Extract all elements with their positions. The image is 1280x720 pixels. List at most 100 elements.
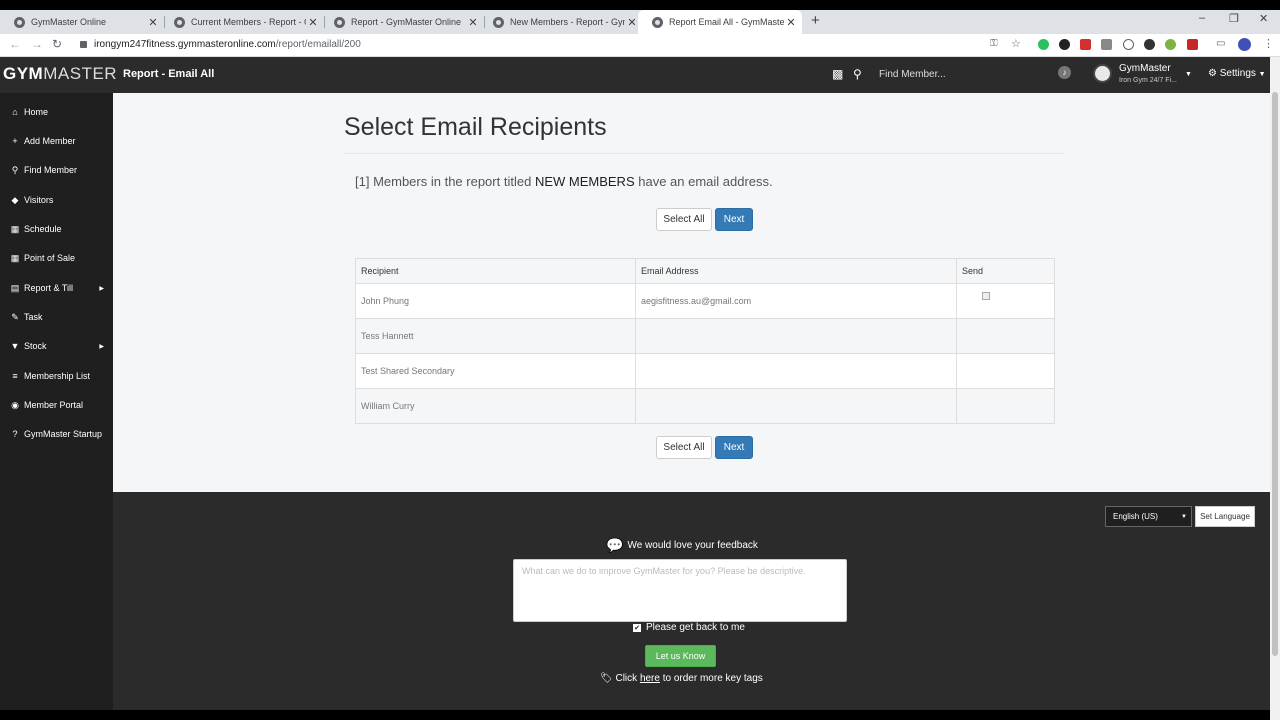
qrcode-icon[interactable]: ▩ xyxy=(832,67,843,81)
table-row: Test Shared Secondary xyxy=(355,353,1055,389)
recipient-email xyxy=(635,318,957,354)
recipient-email xyxy=(635,388,957,424)
select-all-button-bottom[interactable]: Select All xyxy=(656,436,712,459)
url-field[interactable]: irongym247fitness.gymmasteronline.com/re… xyxy=(94,39,361,50)
restore-icon[interactable]: ❐ xyxy=(1229,12,1239,25)
column-header-email: Email Address xyxy=(635,258,957,284)
sidebar-item-membership-list[interactable]: ≡ Membership List xyxy=(0,366,113,386)
browser-tab[interactable]: New Members - Report - GymMa ✕ xyxy=(479,10,643,34)
sidebar-item-visitors[interactable]: ◆ Visitors xyxy=(0,190,113,210)
sidebar-item-point-of-sale[interactable]: ▦ Point of Sale xyxy=(0,248,113,268)
recipients-table: Recipient Email Address Send John Phung … xyxy=(355,258,1055,424)
logo-master: MASTER xyxy=(43,64,118,83)
question-icon: ? xyxy=(12,429,18,439)
send-checkbox[interactable] xyxy=(982,292,990,300)
new-tab-button[interactable]: + xyxy=(811,12,820,29)
page-title: Report - Email All xyxy=(123,68,215,80)
cast-icon[interactable]: ▭ xyxy=(1216,38,1225,49)
sidebar-item-home[interactable]: ⌂ Home xyxy=(0,102,113,122)
send-cell xyxy=(956,353,1055,389)
notification-bell-icon[interactable]: ♪ xyxy=(1058,66,1071,79)
close-icon[interactable]: ✕ xyxy=(784,16,798,29)
circle-extension-icon[interactable] xyxy=(1123,39,1134,50)
sidebar-item-label: Report & Till xyxy=(24,283,74,293)
evernote-extension-icon[interactable] xyxy=(1038,39,1049,50)
dark-extension-icon[interactable] xyxy=(1059,39,1070,50)
gray-extension-icon[interactable] xyxy=(1101,39,1112,50)
logo-gym: GYM xyxy=(3,64,44,83)
sidebar-item-stock[interactable]: ▼ Stock ▶ xyxy=(0,336,113,356)
user-name[interactable]: GymMaster xyxy=(1119,63,1171,74)
more-menu-icon[interactable]: ⋮ xyxy=(1263,37,1274,50)
lock-icon xyxy=(80,41,87,48)
sidebar-item-report-till[interactable]: ▤ Report & Till ▶ xyxy=(0,278,113,298)
search-icon[interactable]: ⚲ xyxy=(853,67,862,81)
sidebar-item-task[interactable]: ✎ Task xyxy=(0,307,113,327)
keytags-text: 🏷 Click here to order more key tags xyxy=(600,673,763,684)
home-icon: ⌂ xyxy=(12,107,18,117)
red-badge-extension-icon[interactable] xyxy=(1187,39,1198,50)
close-icon[interactable]: ✕ xyxy=(306,16,320,29)
recipient-name: William Curry xyxy=(355,388,636,424)
back-icon[interactable]: ← xyxy=(9,37,21,51)
key-icon[interactable]: ⚿ xyxy=(990,38,998,49)
profile-avatar-icon[interactable] xyxy=(1238,38,1251,51)
dark-circle-extension-icon[interactable] xyxy=(1144,39,1155,50)
get-back-option[interactable]: ✔ Please get back to me xyxy=(633,622,745,633)
chevron-right-icon: ▶ xyxy=(99,343,104,350)
sidebar-item-add-member[interactable]: + Add Member xyxy=(0,131,113,151)
send-cell xyxy=(956,388,1055,424)
keytags-prefix: Click xyxy=(615,673,638,684)
browser-tab[interactable]: GymMaster Online ✕ xyxy=(0,10,164,34)
green-extension-icon[interactable] xyxy=(1165,39,1176,50)
calendar-icon: ▦ xyxy=(10,223,20,234)
address-bar-row: ← → ↻ irongym247fitness.gymmasteronline.… xyxy=(0,34,1280,57)
settings-menu[interactable]: ⚙ Settings ▼ xyxy=(1208,68,1266,79)
sidebar: ⌂ Home + Add Member ⚲ Find Member ◆ Visitors… xyxy=(0,93,113,720)
close-window-icon[interactable]: ✕ xyxy=(1259,12,1268,25)
sidebar-item-label: Membership List xyxy=(24,371,91,381)
scrollbar-thumb[interactable] xyxy=(1272,92,1278,656)
set-language-button[interactable]: Set Language xyxy=(1195,506,1255,527)
select-all-button[interactable]: Select All xyxy=(656,208,712,231)
reload-icon[interactable]: ↻ xyxy=(52,37,62,51)
browser-tab-active[interactable]: Report Email All - GymMaster On ✕ xyxy=(638,10,802,34)
star-icon[interactable]: ☆ xyxy=(1011,37,1021,50)
sidebar-item-member-portal[interactable]: ◉ Member Portal xyxy=(0,395,113,415)
send-cell xyxy=(956,318,1055,354)
red-extension-icon[interactable] xyxy=(1080,39,1091,50)
feedback-title: 💬 We would love your feedback xyxy=(606,537,758,554)
sidebar-item-find-member[interactable]: ⚲ Find Member xyxy=(0,160,113,180)
recipient-email: aegisfitness.au@gmail.com xyxy=(635,283,957,319)
table-row: John Phung aegisfitness.au@gmail.com xyxy=(355,283,1055,319)
sidebar-item-gymmaster-startup[interactable]: ? GymMaster Startup xyxy=(0,424,113,444)
gymmaster-favicon-icon xyxy=(652,16,663,28)
sidebar-item-schedule[interactable]: ▦ Schedule xyxy=(0,219,113,239)
browser-tab[interactable]: Report - GymMaster Online ✕ xyxy=(320,10,484,34)
language-select[interactable]: English (US) ▼ xyxy=(1105,506,1192,527)
chevron-down-icon[interactable]: ▼ xyxy=(1185,71,1192,78)
sidebar-item-label: GymMaster Startup xyxy=(24,429,103,439)
comments-icon: 💬 xyxy=(606,537,624,553)
let-us-know-button[interactable]: Let us Know xyxy=(645,645,716,667)
send-cell xyxy=(956,283,1055,319)
sidebar-item-label: Schedule xyxy=(24,224,62,234)
find-member-search[interactable]: Find Member... xyxy=(879,69,946,80)
close-icon[interactable]: ✕ xyxy=(466,16,480,29)
next-button[interactable]: Next xyxy=(715,208,753,231)
get-back-checkbox[interactable]: ✔ xyxy=(633,623,641,632)
feedback-textarea[interactable] xyxy=(513,559,847,622)
recipient-name: John Phung xyxy=(355,283,636,319)
keytags-link[interactable]: here xyxy=(640,673,660,684)
browser-tab[interactable]: Current Members - Report - Gym ✕ xyxy=(160,10,324,34)
forward-icon[interactable]: → xyxy=(31,37,43,51)
next-button-bottom[interactable]: Next xyxy=(715,436,753,459)
close-icon[interactable]: ✕ xyxy=(625,16,639,29)
avatar[interactable] xyxy=(1093,64,1112,83)
minimize-icon[interactable]: – xyxy=(1199,12,1205,24)
sidebar-item-label: Visitors xyxy=(24,195,54,205)
gymmaster-logo[interactable]: GYMMASTER xyxy=(3,64,117,84)
close-icon[interactable]: ✕ xyxy=(146,16,160,29)
recipient-email xyxy=(635,353,957,389)
recipient-info-text: [1] Members in the report titled NEW MEM… xyxy=(355,174,773,189)
